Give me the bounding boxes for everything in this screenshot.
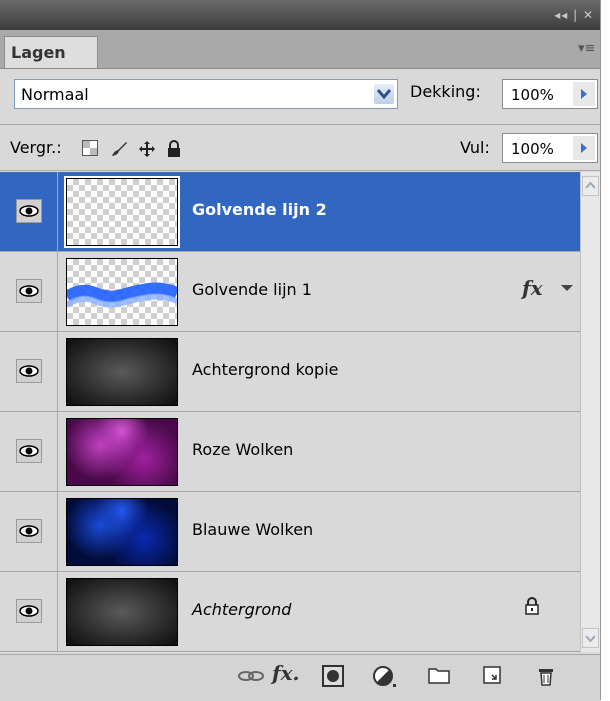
layer-name[interactable]: Golvende lijn 1	[192, 280, 312, 299]
fill-field[interactable]: 100%	[502, 133, 598, 163]
opacity-label: Dekking:	[410, 82, 481, 101]
divider	[0, 170, 600, 171]
collapse-close-controls[interactable]: ◂◂ | ✕	[554, 8, 594, 22]
layers-scrollbar[interactable]	[580, 172, 600, 652]
fx-icon[interactable]: fx.	[272, 661, 300, 685]
folder-icon[interactable]	[428, 665, 450, 689]
expand-effects-icon[interactable]	[556, 252, 576, 331]
fill-label: Vul:	[460, 138, 490, 157]
fill-slider-arrow-icon[interactable]	[573, 136, 595, 160]
layers-panel: ◂◂ | ✕ Lagen ▾≡ Normaal Dekking: 100% Ve…	[0, 0, 601, 701]
new-layer-icon[interactable]	[482, 665, 502, 689]
layer-name[interactable]: Golvende lijn 2	[192, 200, 327, 219]
layer-thumbnail	[66, 498, 178, 566]
layers-list: Golvende lijn 2 Golvende lijn 1 fx Achte…	[0, 172, 580, 652]
blend-mode-select[interactable]: Normaal	[14, 79, 398, 109]
link-icon[interactable]	[236, 665, 266, 691]
panel-menu-icon[interactable]: ▾≡	[578, 42, 595, 56]
layer-row-achtergrond-kopie[interactable]: Achtergrond kopie	[0, 332, 580, 412]
layer-thumbnail	[66, 338, 178, 406]
blend-opacity-row: Normaal Dekking: 100%	[0, 68, 600, 124]
opacity-slider-arrow-icon[interactable]	[573, 82, 595, 106]
layer-thumbnail	[66, 418, 178, 486]
panel-titlebar: ◂◂ | ✕	[0, 0, 600, 30]
tab-layers-label: Lagen	[11, 43, 66, 62]
layer-name[interactable]: Blauwe Wolken	[192, 520, 313, 539]
scroll-up-icon[interactable]	[582, 176, 599, 196]
chevron-down-icon[interactable]	[374, 84, 394, 104]
layer-thumbnail	[64, 176, 180, 248]
layer-row-roze-wolken[interactable]: Roze Wolken	[0, 412, 580, 492]
adjustment-icon[interactable]	[372, 665, 398, 693]
layer-row-achtergrond[interactable]: Achtergrond	[0, 572, 580, 652]
lock-icon	[524, 596, 540, 620]
layer-effects-icon[interactable]: fx	[522, 276, 543, 300]
lock-label: Vergr.:	[10, 138, 62, 157]
layer-name[interactable]: Roze Wolken	[192, 440, 293, 459]
visibility-toggle[interactable]	[0, 172, 58, 251]
mask-icon[interactable]	[322, 665, 344, 691]
divider	[0, 124, 600, 125]
layer-name[interactable]: Achtergrond kopie	[192, 360, 339, 379]
visibility-toggle[interactable]	[0, 572, 58, 651]
lock-paint-brush-icon[interactable]	[110, 140, 128, 162]
tab-layers[interactable]: Lagen	[4, 36, 98, 68]
opacity-field[interactable]: 100%	[502, 79, 598, 109]
scroll-down-icon[interactable]	[582, 628, 599, 648]
layers-bottom-toolbar: fx.	[0, 654, 600, 701]
trash-icon[interactable]	[536, 665, 556, 691]
lock-transparency-icon[interactable]	[82, 140, 98, 160]
layer-row-golvende-lijn-1[interactable]: Golvende lijn 1 fx	[0, 252, 580, 332]
lock-all-icon[interactable]	[166, 140, 182, 162]
blend-mode-value: Normaal	[21, 85, 89, 104]
tab-row: Lagen ▾≡	[0, 30, 600, 69]
visibility-toggle[interactable]	[0, 252, 58, 331]
layer-thumbnail	[66, 258, 178, 326]
visibility-toggle[interactable]	[0, 332, 58, 411]
layer-row-golvende-lijn-2[interactable]: Golvende lijn 2	[0, 172, 580, 252]
visibility-toggle[interactable]	[0, 492, 58, 571]
layer-name[interactable]: Achtergrond	[192, 600, 291, 619]
layer-thumbnail	[66, 578, 178, 646]
visibility-toggle[interactable]	[0, 412, 58, 491]
lock-move-icon[interactable]	[138, 140, 156, 162]
layer-row-blauwe-wolken[interactable]: Blauwe Wolken	[0, 492, 580, 572]
opacity-value: 100%	[511, 86, 554, 104]
lock-fill-row: Vergr.: Vul: 100%	[0, 126, 600, 170]
fill-value: 100%	[511, 140, 554, 158]
